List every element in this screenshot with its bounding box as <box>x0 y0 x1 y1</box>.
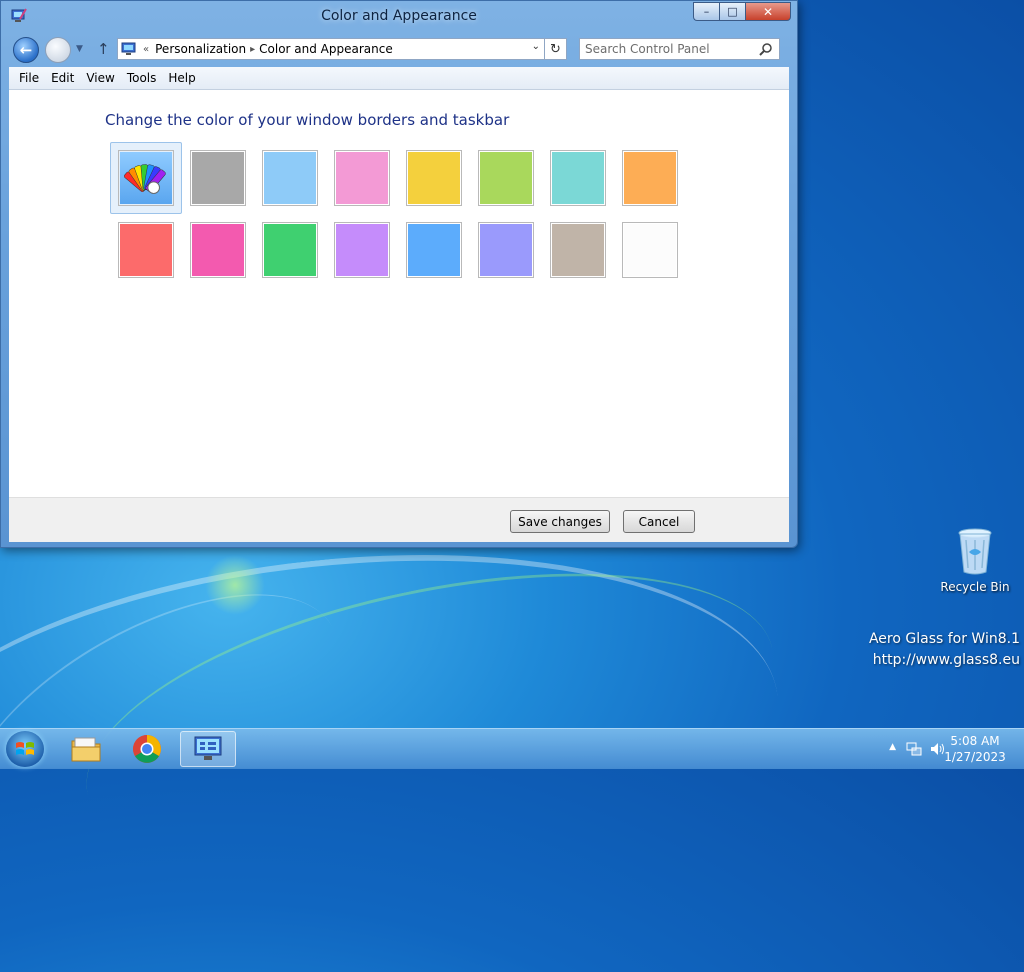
address-bar[interactable]: « Personalization ▸ Color and Appearance… <box>117 38 545 60</box>
color-swatch-fill <box>264 224 316 276</box>
control-panel-icon <box>194 736 222 760</box>
menu-help[interactable]: Help <box>168 71 195 85</box>
menu-edit[interactable]: Edit <box>51 71 74 85</box>
color-swatch-sky[interactable] <box>262 150 318 206</box>
window-controls: – □ ✕ <box>693 2 791 21</box>
breadcrumb-overflow[interactable]: « <box>143 44 149 55</box>
clock-time: 5:08 AM <box>950 734 1000 748</box>
refresh-icon: ↻ <box>550 41 561 57</box>
back-button[interactable]: ← <box>13 37 39 63</box>
color-swatch-orange[interactable] <box>622 150 678 206</box>
file-explorer-icon <box>71 737 101 762</box>
control-panel-window: Color and Appearance – □ ✕ ← ▼ ↑ « Perso… <box>0 0 798 548</box>
color-swatch-fill <box>480 224 532 276</box>
save-changes-button[interactable]: Save changes <box>510 510 610 533</box>
search-input[interactable] <box>585 41 745 57</box>
color-swatch-fill <box>408 152 460 204</box>
color-swatch-fill <box>120 152 172 204</box>
show-hidden-icons-icon[interactable]: ▲ <box>889 742 896 752</box>
color-swatch-slate[interactable] <box>190 150 246 206</box>
breadcrumb-color-and-appearance[interactable]: Color and Appearance <box>259 42 393 56</box>
color-swatch-lime[interactable] <box>478 150 534 206</box>
arrow-up-icon: ↑ <box>97 40 110 58</box>
color-swatch-red[interactable] <box>118 222 174 278</box>
up-button[interactable]: ↑ <box>97 40 110 58</box>
color-swatch-fill <box>552 152 604 204</box>
chrome-icon <box>133 735 161 763</box>
breadcrumb-separator-icon[interactable]: ▸ <box>250 44 255 55</box>
clock[interactable]: 5:08 AM 1/27/2023 <box>940 733 1010 765</box>
close-button[interactable]: ✕ <box>745 2 791 21</box>
refresh-button[interactable]: ↻ <box>545 38 567 60</box>
search-icon[interactable] <box>759 42 773 56</box>
breadcrumb-personalization[interactable]: Personalization <box>155 42 246 56</box>
color-swatch-fill <box>624 224 676 276</box>
network-icon[interactable] <box>906 741 922 757</box>
dialog-footer: Save changes Cancel <box>9 497 789 542</box>
watermark-title: Aero Glass for Win8.1 <box>868 631 1020 647</box>
forward-button[interactable] <box>45 37 71 63</box>
color-swatch-white[interactable] <box>622 222 678 278</box>
color-palette-icon <box>124 164 166 194</box>
color-swatch-periwinkle[interactable] <box>478 222 534 278</box>
menu-tools[interactable]: Tools <box>127 71 157 85</box>
color-swatch-fill <box>552 224 604 276</box>
control-panel-icon <box>121 42 136 55</box>
color-swatch-fill <box>192 224 244 276</box>
recycle-bin-label: Recycle Bin <box>940 580 1010 594</box>
color-swatch-fill <box>408 224 460 276</box>
start-button[interactable] <box>6 731 44 767</box>
menu-bar: File Edit View Tools Help <box>9 67 789 90</box>
cancel-button[interactable]: Cancel <box>623 510 695 533</box>
color-swatch-magenta[interactable] <box>190 222 246 278</box>
clock-date: 1/27/2023 <box>944 750 1006 764</box>
recycle-bin-icon <box>958 528 992 575</box>
watermark-url: http://www.glass8.eu <box>872 652 1020 668</box>
color-swatch-blue[interactable] <box>406 222 462 278</box>
color-swatch-green[interactable] <box>262 222 318 278</box>
color-swatch-fill <box>120 224 172 276</box>
minimize-button[interactable]: – <box>693 2 719 21</box>
taskbar-chrome[interactable] <box>119 731 175 767</box>
arrow-left-icon: ← <box>19 41 33 59</box>
chevron-down-icon: ▼ <box>76 44 83 54</box>
content-pane: Change the color of your window borders … <box>9 90 789 497</box>
menu-view[interactable]: View <box>86 71 114 85</box>
color-swatch-automatic[interactable] <box>118 150 174 206</box>
navigation-bar: ← ▼ ↑ « Personalization ▸ Color and Appe… <box>9 34 789 66</box>
color-swatch-fill <box>192 152 244 204</box>
address-dropdown-icon[interactable]: ⌄ <box>532 41 540 52</box>
recycle-bin[interactable]: Recycle Bin <box>940 526 1010 594</box>
search-box[interactable] <box>579 38 780 60</box>
taskbar-file-explorer[interactable] <box>58 731 114 767</box>
color-swatch-fill <box>336 152 388 204</box>
watermark: Aero Glass for Win8.1 http://www.glass8.… <box>869 629 1020 671</box>
color-swatch-fill <box>264 152 316 204</box>
taskbar-control-panel[interactable] <box>180 731 236 767</box>
color-swatch-yellow[interactable] <box>406 150 462 206</box>
color-swatch-violet[interactable] <box>334 222 390 278</box>
title-bar[interactable]: Color and Appearance – □ ✕ <box>1 1 797 33</box>
color-swatch-taupe[interactable] <box>550 222 606 278</box>
wallpaper-glow <box>205 555 265 615</box>
color-swatch-fill <box>480 152 532 204</box>
color-swatch-fill <box>336 224 388 276</box>
color-swatch-pink[interactable] <box>334 150 390 206</box>
maximize-button[interactable]: □ <box>719 2 745 21</box>
menu-file[interactable]: File <box>19 71 39 85</box>
taskbar: ▲ 5:08 AM 1/27/2023 <box>0 728 1024 769</box>
page-heading: Change the color of your window borders … <box>105 111 510 129</box>
color-swatch-fill <box>624 152 676 204</box>
windows-logo-icon <box>16 742 34 755</box>
recent-pages-dropdown[interactable]: ▼ <box>76 44 83 54</box>
window-title: Color and Appearance <box>321 8 477 24</box>
color-swatch-teal[interactable] <box>550 150 606 206</box>
